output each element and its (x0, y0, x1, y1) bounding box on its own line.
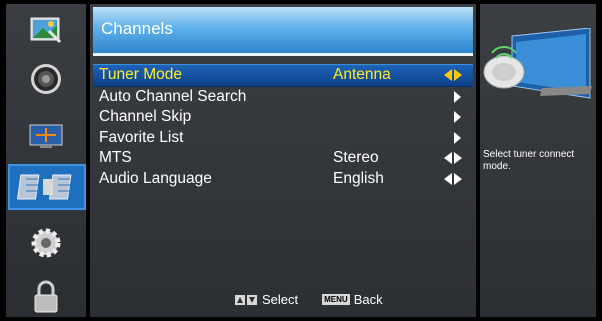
right-arrow-icon (454, 131, 461, 144)
right-arrow-icon (454, 90, 461, 103)
menu-item-value: Antenna (333, 66, 391, 83)
menu-item-value: English (333, 169, 384, 187)
picture-category-icon[interactable] (14, 7, 78, 53)
menu-item-favorite-list[interactable]: Favorite List (93, 128, 473, 149)
menu-item-channel-skip[interactable]: Channel Skip (93, 107, 473, 128)
select-hint-label: Select (262, 292, 299, 307)
up-arrow-key-icon (235, 294, 245, 305)
menu-item-label: Favorite List (99, 128, 184, 146)
page-title: Channels (101, 19, 173, 38)
settings-gear-icon[interactable] (14, 220, 78, 266)
menu-item-auto-channel-search[interactable]: Auto Channel Search (93, 87, 473, 108)
tv-menu-screen: Channels Tuner Mode Antenna Auto Channel… (0, 0, 602, 321)
menu-key-icon: MENU (322, 294, 350, 305)
left-right-arrows-icon (444, 69, 462, 81)
satellite-category-icon[interactable] (8, 164, 86, 210)
menu-item-label: Auto Channel Search (99, 87, 247, 105)
menu-item-value: Stereo (333, 149, 379, 166)
footer-hints: Select MENU Back (235, 292, 383, 307)
tv-antenna-illustration-icon (483, 28, 592, 99)
help-text: Select tuner connect mode. (483, 149, 575, 172)
lock-icon[interactable] (14, 274, 78, 320)
back-hint-label: Back (353, 292, 383, 307)
left-right-arrows-icon (444, 152, 462, 164)
menu-item-mts[interactable]: MTS Stereo (93, 148, 473, 169)
menu-panel: Channels Tuner Mode Antenna Auto Channel… (90, 4, 476, 317)
menu-item-label: Channel Skip (99, 108, 192, 125)
menu-item-label: Tuner Mode (99, 66, 182, 83)
tv-screen-category-icon[interactable] (14, 113, 78, 159)
title-bar: Channels (93, 7, 473, 56)
menu-item-audio-language[interactable]: Audio Language English (93, 169, 473, 190)
audio-category-icon[interactable] (14, 56, 78, 102)
menu-list: Tuner Mode Antenna Auto Channel Search C… (93, 64, 473, 189)
down-arrow-key-icon (247, 294, 257, 305)
left-right-arrows-icon (444, 172, 462, 185)
category-sidebar (6, 4, 86, 317)
info-panel: Select tuner connect mode. (480, 4, 596, 317)
menu-item-tuner-mode[interactable]: Tuner Mode Antenna (93, 64, 473, 87)
menu-item-label: Audio Language (99, 169, 212, 187)
menu-item-label: MTS (99, 149, 132, 166)
right-arrow-icon (454, 111, 461, 123)
